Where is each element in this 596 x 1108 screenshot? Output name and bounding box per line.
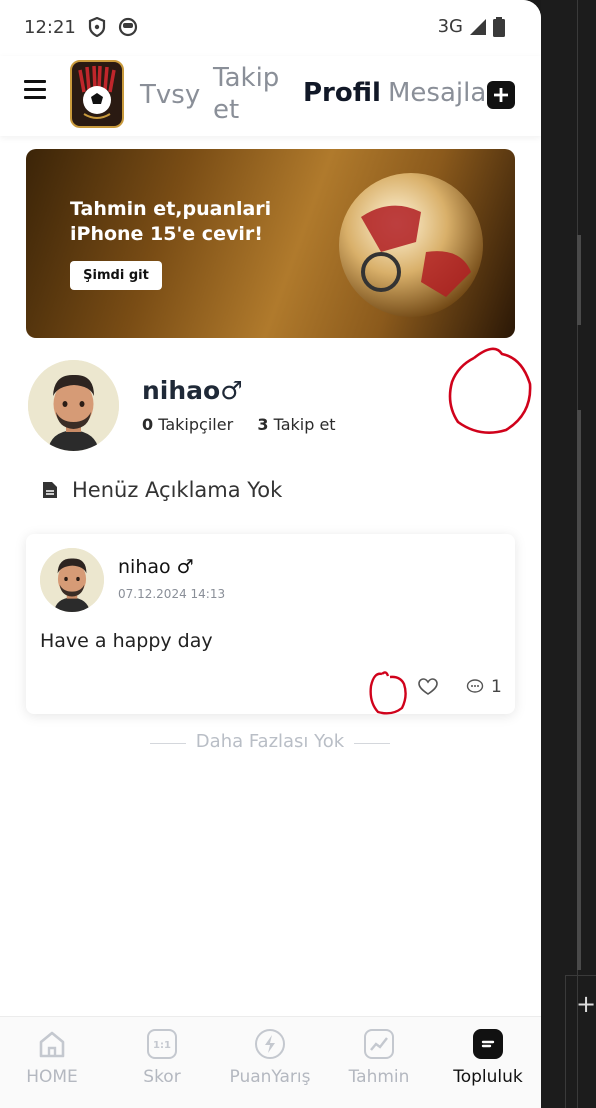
profile-stats: 0 Takipçiler 3 Takip et [142, 415, 336, 434]
nav-topluluk-label: Topluluk [453, 1067, 523, 1087]
nav-topluluk[interactable]: Topluluk [434, 1029, 541, 1087]
background-window-strip: + [541, 0, 596, 1108]
status-bar: 12:21 3G [0, 0, 541, 56]
battery-icon [493, 16, 505, 37]
description-text: Henüz Açıklama Yok [72, 478, 283, 502]
nav-tahmin-label: Tahmin [348, 1067, 410, 1087]
svg-text:1:1: 1:1 [153, 1040, 171, 1051]
nav-skor-label: Skor [143, 1067, 181, 1087]
post-avatar[interactable] [40, 548, 104, 612]
app-header: Tvsy Takip et Profil Mesajlar [0, 56, 541, 136]
heart-icon[interactable] [418, 678, 438, 696]
followers-stat[interactable]: 0 Takipçiler [142, 415, 233, 434]
bottom-nav: HOME 1:1 Skor PuanYarış Tahmin Topluluk [0, 1016, 541, 1108]
status-time: 12:21 [24, 17, 76, 38]
app-logo [70, 60, 124, 128]
nav-skor[interactable]: 1:1 Skor [108, 1029, 216, 1087]
lightning-icon [255, 1029, 285, 1059]
promo-banner[interactable]: Tahmin et,puanlari iPhone 15'e cevir! Şi… [26, 149, 515, 338]
network-type: 3G [437, 16, 463, 37]
following-count: 3 [257, 415, 269, 434]
gender-male-icon: ♂ [220, 376, 243, 405]
nav-puanyaris-label: PuanYarış [229, 1067, 311, 1087]
banner-cta-button[interactable]: Şimdi git [70, 261, 162, 290]
tab-mesajlar[interactable]: Mesajlar [388, 78, 497, 108]
banner-line1: Tahmin et,puanlari [70, 198, 272, 220]
followers-label: Takipçiler [158, 415, 234, 434]
followers-count: 0 [142, 415, 154, 434]
red-circle-annotation [369, 671, 407, 715]
shield-icon [88, 17, 106, 37]
scoreboard-icon: 1:1 [147, 1029, 177, 1059]
signal-icon [470, 18, 486, 35]
menu-icon[interactable] [24, 80, 46, 102]
tab-profil[interactable]: Profil [303, 78, 381, 108]
following-stat[interactable]: 3 Takip et [257, 415, 335, 434]
nav-puanyaris[interactable]: PuanYarış [216, 1029, 324, 1087]
feed-end-text: Daha Fazlası Yok [150, 731, 390, 752]
add-button[interactable] [487, 81, 515, 109]
plus-icon: + [576, 990, 596, 1018]
banner-text: Tahmin et,puanlari iPhone 15'e cevir! [70, 197, 271, 247]
profile-name: nihao♂ [142, 376, 243, 405]
nav-tahmin[interactable]: Tahmin [325, 1029, 433, 1087]
post-card[interactable]: nihao ♂ 07.12.2024 14:13 Have a happy da… [26, 534, 515, 714]
post-date: 07.12.2024 14:13 [118, 587, 226, 601]
phone-screen: 12:21 3G Tvsy Takip et Profil Mesajlar T… [0, 0, 541, 1108]
post-username[interactable]: nihao ♂ [118, 556, 194, 578]
tab-tvsy[interactable]: Tvsy [140, 80, 200, 110]
comment-count: 1 [491, 677, 502, 697]
status-right: 3G [438, 16, 505, 37]
profile-avatar[interactable] [28, 360, 119, 451]
community-icon [473, 1029, 503, 1059]
plus-icon [494, 88, 508, 102]
tab-takip-et[interactable]: Takip et [213, 62, 283, 126]
trend-chart-icon [364, 1029, 394, 1059]
post-text: Have a happy day [40, 630, 213, 652]
profile-description: Henüz Açıklama Yok [42, 478, 282, 502]
following-label: Takip et [273, 415, 336, 434]
red-circle-annotation [448, 347, 532, 434]
nav-home[interactable]: HOME [0, 1029, 106, 1087]
banner-line2: iPhone 15'e cevir! [70, 223, 263, 245]
document-icon [43, 482, 57, 498]
status-notification-icons [88, 17, 138, 37]
profile-name-text: nihao [142, 376, 221, 405]
face-icon [118, 17, 138, 37]
nav-home-label: HOME [26, 1067, 78, 1087]
home-icon [37, 1029, 67, 1059]
soccer-ball-icon [339, 173, 483, 317]
comment-icon[interactable] [466, 679, 484, 695]
